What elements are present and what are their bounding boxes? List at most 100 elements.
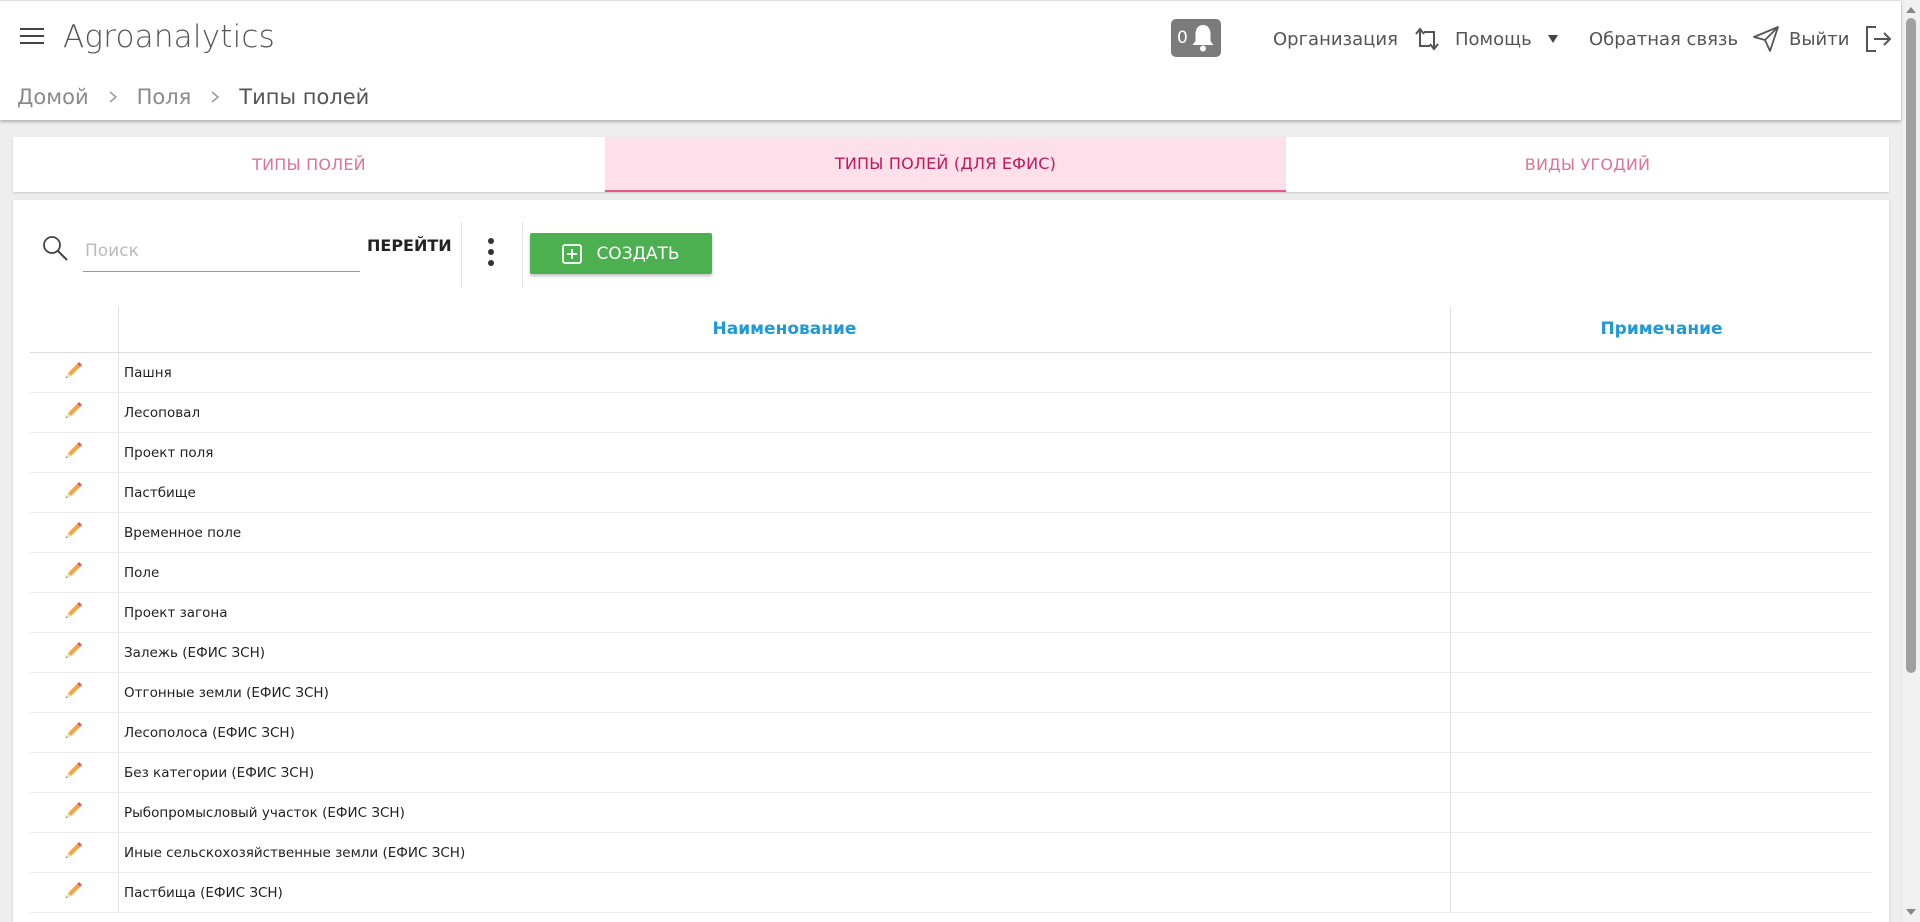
search-input[interactable] [83, 230, 360, 272]
go-button[interactable]: ПЕРЕЙТИ [367, 236, 452, 255]
search-icon [43, 236, 68, 261]
name-cell: Иные сельскохозяйственные земли (ЕФИС ЗС… [119, 833, 1451, 872]
logout-label: Выйти [1789, 28, 1850, 50]
header-edit-column [30, 306, 119, 352]
notifications-button[interactable]: 0 [1171, 19, 1221, 57]
tab-land-types[interactable]: Виды угодий [1286, 137, 1889, 192]
app-window: Agroanalytics Домой Поля Типы полей 0 Ор… [0, 0, 1920, 922]
note-cell [1451, 513, 1872, 552]
header-name[interactable]: Наименование [119, 306, 1451, 352]
note-cell [1451, 553, 1872, 592]
name-cell: Пастбище [119, 473, 1451, 512]
paper-plane-icon [1753, 26, 1779, 52]
name-cell: Временное поле [119, 513, 1451, 552]
pencil-edit-icon[interactable] [64, 760, 84, 780]
table-row: Пашня [30, 353, 1872, 393]
note-cell [1451, 633, 1872, 672]
table-row: Лесополоса (ЕФИС ЗСН) [30, 713, 1872, 753]
name-cell: Проект загона [119, 593, 1451, 632]
top-header: Agroanalytics Домой Поля Типы полей 0 Ор… [0, 0, 1901, 120]
content-panel: ПЕРЕЙТИ Создать Наименование Примечание [13, 200, 1889, 922]
organization-label: Организация [1273, 28, 1398, 50]
note-cell [1451, 433, 1872, 472]
name-cell: Залежь (ЕФИС ЗСН) [119, 633, 1451, 672]
plus-square-icon [562, 243, 583, 264]
pencil-edit-icon[interactable] [64, 440, 84, 460]
note-cell [1451, 393, 1872, 432]
scroll-up-arrow-icon[interactable] [1906, 7, 1916, 13]
breadcrumb-current: Типы полей [239, 85, 370, 109]
table-row: Лесоповал [30, 393, 1872, 433]
pencil-edit-icon[interactable] [64, 560, 84, 580]
bell-icon [1192, 25, 1214, 52]
pencil-edit-icon[interactable] [64, 680, 84, 700]
table-row: Поле [30, 553, 1872, 593]
more-options-icon[interactable] [483, 238, 499, 272]
help-label: Помощь [1455, 28, 1532, 50]
table-row: Пастбище [30, 473, 1872, 513]
notifications-count: 0 [1177, 28, 1188, 48]
scroll-down-arrow-icon[interactable] [1906, 909, 1916, 915]
pencil-edit-icon[interactable] [64, 400, 84, 420]
header-note[interactable]: Примечание [1451, 306, 1872, 352]
help-dropdown[interactable]: Помощь [1455, 23, 1560, 55]
table-row: Иные сельскохозяйственные земли (ЕФИС ЗС… [30, 833, 1872, 873]
note-cell [1451, 873, 1872, 912]
table-row: Залежь (ЕФИС ЗСН) [30, 633, 1872, 673]
edit-cell [30, 593, 119, 632]
name-cell: Лесоповал [119, 393, 1451, 432]
feedback-button[interactable]: Обратная связь [1589, 23, 1780, 55]
edit-cell [30, 753, 119, 792]
hamburger-menu-icon[interactable] [20, 28, 44, 48]
logout-button[interactable]: Выйти [1789, 23, 1893, 55]
edit-cell [30, 713, 119, 752]
edit-cell [30, 873, 119, 912]
feedback-label: Обратная связь [1589, 28, 1739, 50]
name-cell: Пашня [119, 353, 1451, 392]
table-row: Без категории (ЕФИС ЗСН) [30, 753, 1872, 793]
note-cell [1451, 713, 1872, 752]
pencil-edit-icon[interactable] [64, 360, 84, 380]
logout-icon [1866, 26, 1892, 52]
note-cell [1451, 833, 1872, 872]
note-cell [1451, 793, 1872, 832]
create-button[interactable]: Создать [530, 233, 712, 274]
edit-cell [30, 633, 119, 672]
breadcrumb: Домой Поля Типы полей [17, 85, 369, 109]
pencil-edit-icon[interactable] [64, 480, 84, 500]
pencil-edit-icon[interactable] [64, 800, 84, 820]
pencil-edit-icon[interactable] [64, 520, 84, 540]
tab-bar: Типы полей Типы полей (для ЕФИС) Виды уг… [13, 137, 1889, 192]
edit-cell [30, 353, 119, 392]
breadcrumb-home[interactable]: Домой [17, 85, 89, 109]
create-button-label: Создать [596, 243, 680, 264]
table-row: Отгонные земли (ЕФИС ЗСН) [30, 673, 1872, 713]
edit-cell [30, 433, 119, 472]
table-row: Временное поле [30, 513, 1872, 553]
scroll-thumb[interactable] [1906, 18, 1916, 673]
name-cell: Отгонные земли (ЕФИС ЗСН) [119, 673, 1451, 712]
page-scrollbar[interactable] [1901, 0, 1920, 922]
edit-cell [30, 553, 119, 592]
name-cell: Пастбища (ЕФИС ЗСН) [119, 873, 1451, 912]
pencil-edit-icon[interactable] [64, 840, 84, 860]
note-cell [1451, 353, 1872, 392]
name-cell: Рыбопромысловый участок (ЕФИС ЗСН) [119, 793, 1451, 832]
table-row: Проект загона [30, 593, 1872, 633]
table-row: Проект поля [30, 433, 1872, 473]
tab-field-types-efis[interactable]: Типы полей (для ЕФИС) [605, 137, 1286, 192]
caret-down-icon [1547, 35, 1558, 43]
edit-cell [30, 513, 119, 552]
breadcrumb-fields[interactable]: Поля [137, 85, 192, 109]
organization-button[interactable]: Организация [1273, 23, 1442, 55]
pencil-edit-icon[interactable] [64, 720, 84, 740]
edit-cell [30, 393, 119, 432]
pencil-edit-icon[interactable] [64, 880, 84, 900]
pencil-edit-icon[interactable] [64, 600, 84, 620]
toolbar: ПЕРЕЙТИ Создать [13, 200, 1889, 300]
chevron-right-icon [109, 91, 117, 103]
table-body: Пашня Лесоповал Проект поля Пастбище Временн… [30, 353, 1872, 913]
edit-cell [30, 833, 119, 872]
tab-field-types[interactable]: Типы полей [13, 137, 605, 192]
pencil-edit-icon[interactable] [64, 640, 84, 660]
